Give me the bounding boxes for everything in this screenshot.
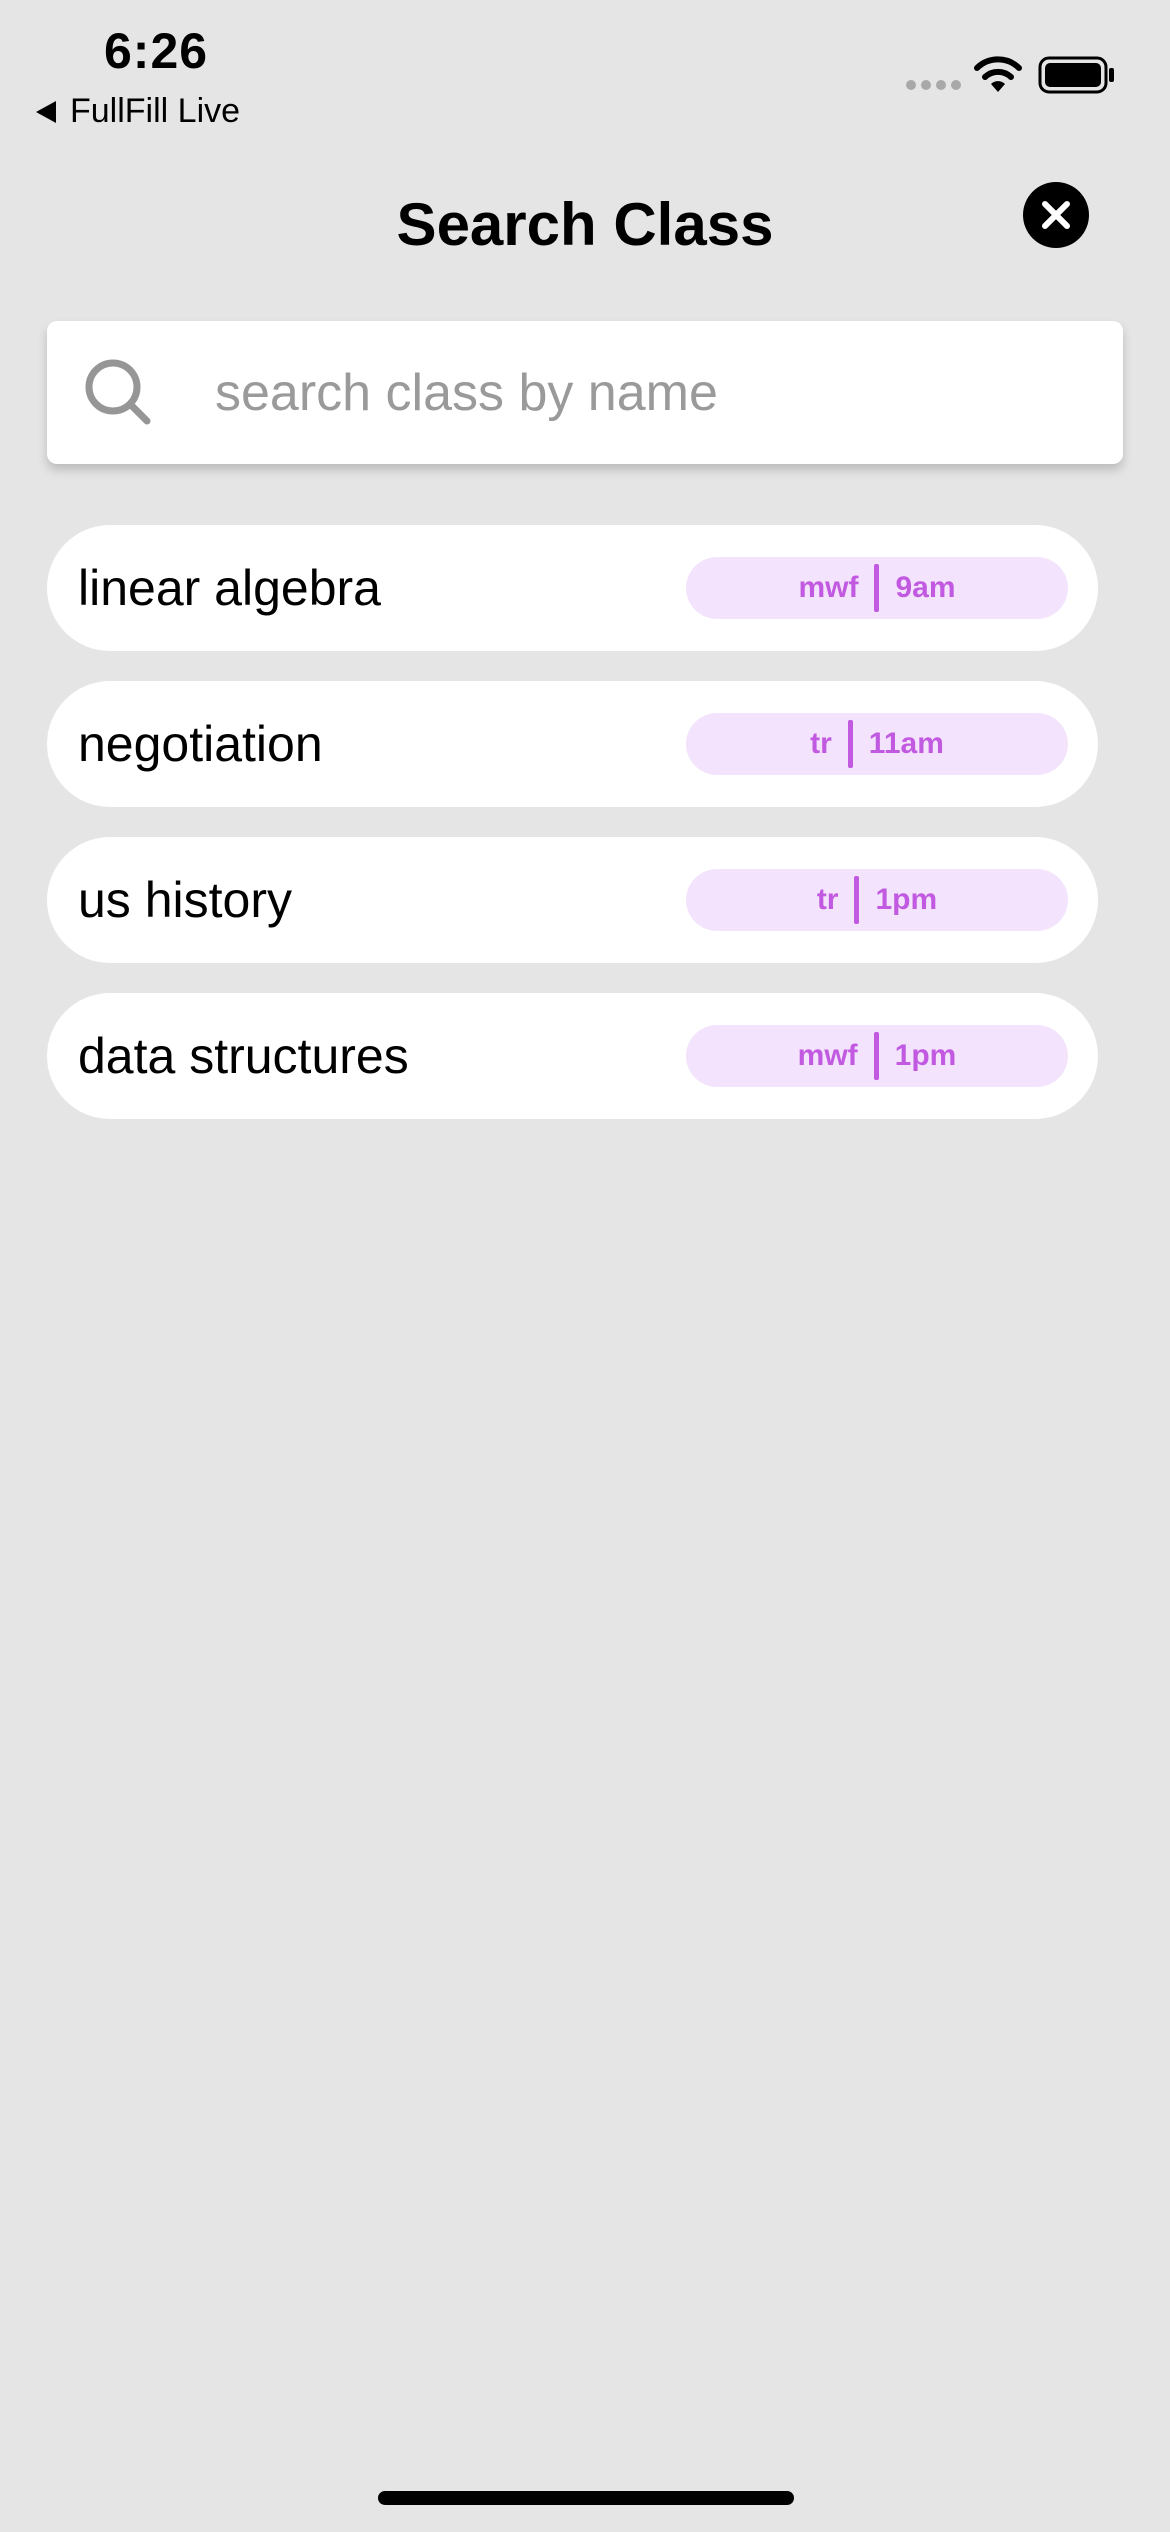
class-name: data structures bbox=[78, 1028, 409, 1084]
back-to-app-button[interactable]: FullFill Live bbox=[36, 92, 240, 131]
class-name: us history bbox=[78, 872, 292, 928]
class-days: mwf bbox=[797, 1039, 858, 1072]
class-days: tr bbox=[810, 727, 832, 760]
class-list: linear algebra mwf 9am negotiation tr 11… bbox=[47, 525, 1098, 1149]
back-arrow-icon bbox=[36, 100, 56, 123]
wifi-icon bbox=[974, 56, 1022, 92]
search-class-screen: 6:26 FullFill Live Search Class linear bbox=[0, 0, 1170, 2532]
status-time: 6:26 bbox=[104, 23, 209, 79]
class-days: tr bbox=[816, 883, 839, 916]
class-time: 1pm bbox=[875, 883, 938, 916]
list-item[interactable]: us history tr 1pm bbox=[47, 837, 1098, 963]
list-item[interactable]: negotiation tr 11am bbox=[47, 681, 1098, 807]
page-title: Search Class bbox=[396, 191, 774, 258]
list-item[interactable]: linear algebra mwf 9am bbox=[47, 525, 1098, 651]
search-box bbox=[47, 321, 1123, 464]
home-indicator[interactable] bbox=[378, 2491, 794, 2505]
schedule-badge: tr 1pm bbox=[686, 869, 1068, 931]
class-time: 9am bbox=[895, 571, 956, 604]
search-icon bbox=[85, 359, 151, 425]
back-app-label: FullFill Live bbox=[70, 92, 241, 130]
class-name: linear algebra bbox=[78, 560, 381, 616]
class-name: negotiation bbox=[78, 716, 323, 772]
schedule-badge: tr 11am bbox=[686, 713, 1068, 775]
class-time: 11am bbox=[868, 727, 944, 760]
list-item[interactable]: data structures mwf 1pm bbox=[47, 993, 1098, 1119]
close-icon bbox=[1042, 201, 1070, 229]
class-days: mwf bbox=[798, 571, 859, 604]
search-input[interactable] bbox=[215, 351, 1075, 435]
close-button[interactable] bbox=[1023, 182, 1089, 248]
battery-icon bbox=[1038, 56, 1114, 94]
class-time: 1pm bbox=[894, 1039, 957, 1072]
schedule-badge: mwf 9am bbox=[686, 557, 1068, 619]
schedule-badge: mwf 1pm bbox=[686, 1025, 1068, 1087]
signal-icon bbox=[906, 80, 961, 90]
